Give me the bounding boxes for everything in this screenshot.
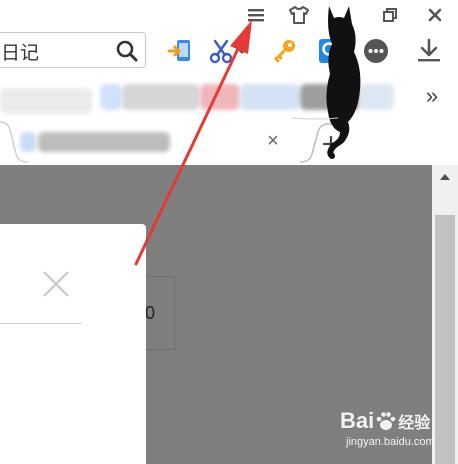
watermark: Bai 经验 jingyan.baidu.com — [340, 408, 450, 458]
watermark-suffix: 经验 — [398, 413, 431, 432]
watermark-domain: jingyan.baidu.com — [346, 436, 435, 448]
watermark-brand: Bai — [340, 408, 375, 433]
paw-icon — [376, 412, 396, 430]
annotation-arrow-icon — [134, 20, 252, 266]
